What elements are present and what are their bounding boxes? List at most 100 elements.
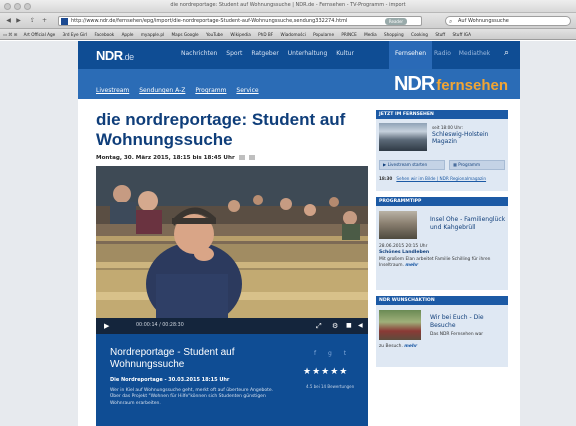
livestream-button[interactable]: ▶ Livestream starten	[379, 160, 445, 170]
nav-item-sport[interactable]: Sport	[226, 50, 242, 57]
bookmark-item[interactable]: PhD BF	[258, 32, 273, 37]
share-icons: f g t	[314, 350, 356, 357]
programmtipp-date: 28.06.2015 20:15 Uhr	[379, 244, 428, 249]
ndr-fernsehen-brand[interactable]: NDR fernsehen	[394, 73, 508, 96]
bookmark-item[interactable]: Cooking	[411, 32, 428, 37]
url-text: http://www.ndr.de/fernsehen/epg/import/d…	[71, 18, 348, 24]
bookmark-item[interactable]: Media	[364, 32, 377, 37]
calendar-icon[interactable]	[238, 155, 245, 160]
bookmarks-icons[interactable]: ▭ ⌘ ⊞	[3, 29, 17, 39]
bookmark-item[interactable]: 3rd Eye Girl	[63, 32, 88, 37]
nav-items-secondary: Radio Mediathek	[434, 50, 496, 57]
sidebar: JETZT IM FERNSEHEN seit 18:00 Uhr: Schle…	[376, 110, 508, 367]
wunschaktion-more-link[interactable]: mehr	[404, 344, 417, 349]
ndr-logo[interactable]: NDR.de	[96, 48, 134, 63]
ndr-favicon-icon	[61, 18, 68, 25]
sub-nav-sendungen[interactable]: Sendungen A-Z	[139, 87, 185, 94]
programmtipp-thumbnail[interactable]	[379, 211, 417, 239]
page-content: die nordreportage: Student auf Wohnungss…	[78, 99, 520, 426]
sub-header: Livestream Sendungen A-Z Programm Servic…	[78, 69, 520, 99]
sub-nav-programm[interactable]: Programm	[195, 87, 226, 94]
tv-next-time: 18:30	[379, 176, 393, 181]
bookmark-item[interactable]: PRINCE	[341, 32, 356, 37]
bookmark-item[interactable]: Stuff IGA	[453, 32, 472, 37]
stop-icon[interactable]: ■	[346, 321, 352, 331]
video-frame-lecture-hall	[96, 166, 368, 318]
programmtipp-box: Insel Ohe - Familienglück und Kahgebrüll…	[376, 206, 508, 290]
bookmark-item[interactable]: Maps Google	[172, 32, 199, 37]
bookmark-item[interactable]: myapple.pl	[141, 32, 164, 37]
programm-button[interactable]: ▦ Programm	[449, 160, 505, 170]
search-icon: ⌕	[449, 18, 453, 25]
programmtipp-title[interactable]: Insel Ohe - Familienglück und Kahgebrüll	[430, 216, 506, 231]
logo-text: NDR	[96, 48, 123, 63]
bookmark-item[interactable]: Shopping	[384, 32, 404, 37]
video-description: Wer in Kiel auf Wohnungssuche geht, merk…	[110, 388, 274, 406]
programmtipp-description: Mit großem Elan arbeitet Familie Schilli…	[379, 257, 507, 269]
search-field[interactable]: ⌕ Auf Wohnungssuche	[445, 16, 571, 26]
facebook-icon[interactable]: f	[314, 350, 316, 357]
nav-item-kultur[interactable]: Kultur	[336, 50, 354, 57]
play-icon[interactable]: ▶	[104, 321, 109, 331]
bookmark-item[interactable]: Facebook	[95, 32, 115, 37]
sub-nav-service[interactable]: Service	[236, 87, 258, 94]
programm-label: Programm	[458, 162, 481, 167]
nav-item-unterhaltung[interactable]: Unterhaltung	[288, 50, 328, 57]
bookmark-item[interactable]: Popularne	[313, 32, 334, 37]
video-subtitle: Die Nordreportage - 30.03.2015 18:15 Uhr	[110, 377, 230, 383]
nav-item-mediathek[interactable]: Mediathek	[459, 50, 490, 57]
broadcast-dateline: Montag, 30. März 2015, 18:15 bis 18:45 U…	[96, 155, 255, 161]
bookmark-item[interactable]: Wiadomości	[281, 32, 306, 37]
reminder-icon[interactable]	[248, 155, 255, 160]
wunschaktion-thumbnail[interactable]	[379, 310, 421, 340]
twitter-icon[interactable]: t	[344, 350, 346, 357]
tv-now-time: seit 18:00 Uhr:	[432, 125, 464, 130]
bookmark-item[interactable]: YouTube	[206, 32, 223, 37]
bookmark-item[interactable]: Art Official Age	[24, 32, 56, 37]
tv-next: 18:30 Sehen wir im Bilde | NDR Regionalma…	[379, 176, 486, 181]
google-plus-icon[interactable]: g	[328, 350, 332, 357]
address-bar[interactable]: http://www.ndr.de/fernsehen/epg/import/d…	[58, 16, 422, 26]
site-search-icon[interactable]: ⌕	[504, 48, 509, 58]
logo-suffix: .de	[122, 52, 135, 62]
brand-ndr: NDR	[393, 73, 435, 95]
bookmark-item[interactable]: Apple	[122, 32, 134, 37]
fullscreen-icon[interactable]: ⤢	[316, 321, 322, 331]
wunschaktion-description-2: zu Besuch. mehr	[379, 344, 417, 349]
livestream-label: Livestream starten	[387, 162, 428, 167]
bookmarks-bar: ▭ ⌘ ⊞ Art Official Age 3rd Eye Girl Face…	[0, 29, 576, 40]
tv-now-thumbnail[interactable]	[379, 123, 427, 151]
wunschaktion-desc2-text: zu Besuch.	[379, 344, 403, 349]
video-player[interactable]: ▶ 00:00:14 / 00:28:30 ⤢ ⚙ ■ ◀	[96, 166, 368, 334]
nav-item-fernsehen[interactable]: Fernsehen	[389, 41, 433, 69]
wunschaktion-heading: NDR WUNSCHAKTION	[376, 296, 508, 305]
back-button[interactable]: ◀	[4, 17, 13, 25]
reader-button[interactable]: Reader	[385, 18, 407, 25]
sub-nav-livestream[interactable]: Livestream	[96, 87, 129, 94]
main-navigation: NDR.de Nachrichten Sport Ratgeber Unterh…	[78, 41, 520, 69]
tv-now-heading: JETZT IM FERNSEHEN	[376, 110, 508, 119]
programmtipp-more-link[interactable]: mehr	[405, 263, 418, 268]
nav-items: Nachrichten Sport Ratgeber Unterhaltung …	[181, 50, 361, 57]
rating-stars[interactable]: ★★★★★	[303, 367, 348, 377]
volume-icon[interactable]: ◀	[358, 321, 363, 331]
nav-item-ratgeber[interactable]: Ratgeber	[251, 50, 279, 57]
browser-toolbar: ◀ ▶ ⇪ + http://www.ndr.de/fernsehen/epg/…	[0, 13, 576, 29]
programmtipp-desc-text: Mit großem Elan arbeitet Familie Schilli…	[379, 257, 491, 268]
nav-item-radio[interactable]: Radio	[434, 50, 451, 57]
programmtipp-heading: PROGRAMMTIPP	[376, 197, 508, 206]
add-tab-icon[interactable]: +	[40, 17, 49, 25]
settings-icon[interactable]: ⚙	[332, 321, 338, 331]
bookmark-item[interactable]: Wikipedia	[230, 32, 250, 37]
brand-fernsehen: fernsehen	[436, 77, 508, 94]
forward-button[interactable]: ▶	[14, 17, 23, 25]
share-icon[interactable]: ⇪	[28, 17, 37, 25]
video-info-panel: Nordreportage - Student auf Wohnungssuch…	[96, 334, 368, 426]
search-value: Auf Wohnungssuche	[458, 18, 509, 24]
window-title: die nordreportage: Student auf Wohnungss…	[170, 2, 406, 8]
nav-item-nachrichten[interactable]: Nachrichten	[181, 50, 217, 57]
tv-next-link[interactable]: Sehen wir im Bilde | NDR Regionalmagazin	[396, 176, 486, 181]
wunschaktion-title[interactable]: Wir bei Euch - Die Besuche	[430, 314, 506, 329]
bookmark-item[interactable]: Stuff	[435, 32, 445, 37]
tv-now-title[interactable]: Schleswig-Holstein Magazin	[432, 131, 504, 145]
